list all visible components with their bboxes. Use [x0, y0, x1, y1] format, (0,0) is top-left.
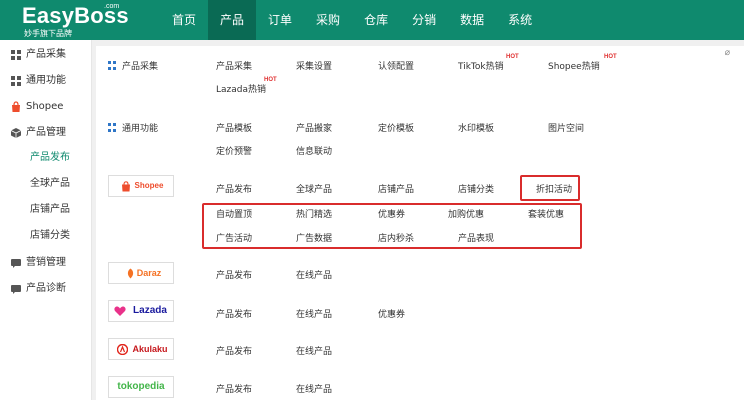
- link-shopee-hot[interactable]: Shopee热销: [548, 59, 600, 72]
- sidebar-item-label: 产品诊断: [26, 283, 66, 294]
- grid-icon: [11, 50, 21, 60]
- link-shopee-hot-picks[interactable]: 热门精选: [296, 207, 332, 220]
- nav-data[interactable]: 数据: [448, 0, 496, 40]
- hot-badge: HOT: [506, 54, 519, 60]
- nav-home[interactable]: 首页: [160, 0, 208, 40]
- link-lazada-publish[interactable]: 产品发布: [216, 307, 252, 320]
- link-info-link[interactable]: 信息联动: [296, 144, 332, 157]
- sidebar-item-collect[interactable]: 产品采集: [0, 42, 92, 68]
- brand-logo[interactable]: EasyBoss .com 妙手旗下品牌: [22, 3, 129, 38]
- daraz-logo-text: Daraz: [136, 268, 162, 278]
- link-daraz-publish[interactable]: 产品发布: [216, 268, 252, 281]
- link-product-template[interactable]: 产品模板: [216, 121, 252, 134]
- sidebar-item-diagnosis[interactable]: 产品诊断: [0, 276, 92, 302]
- sidebar-sub-global[interactable]: 全球产品: [30, 174, 70, 194]
- link-shopee-voucher[interactable]: 优惠券: [378, 207, 405, 220]
- link-product-move[interactable]: 产品搬家: [296, 121, 332, 134]
- nav-system[interactable]: 系统: [496, 0, 544, 40]
- link-shopee-global[interactable]: 全球产品: [296, 182, 332, 195]
- hot-badge: HOT: [604, 54, 617, 60]
- link-shopee-store-category[interactable]: 店铺分类: [458, 182, 494, 195]
- link-lazada-hot[interactable]: Lazada热销: [216, 82, 266, 95]
- link-lazada-online[interactable]: 在线产品: [296, 307, 332, 320]
- sidebar-sub-store[interactable]: 店铺产品: [30, 200, 70, 220]
- link-shopee-store-products[interactable]: 店铺产品: [378, 182, 414, 195]
- link-product-collect[interactable]: 产品采集: [216, 59, 252, 72]
- sidebar: 产品采集 通用功能 Shopee 产品管理 产品发布 全球产品 店铺产品 店铺分…: [0, 40, 92, 400]
- nav-purchase[interactable]: 采购: [304, 0, 352, 40]
- shopee-logo-text: Shopee: [134, 181, 164, 190]
- link-collect-settings[interactable]: 采集设置: [296, 59, 332, 72]
- sidebar-item-label: 营销管理: [26, 257, 66, 268]
- akulaku-logo: Akulaku: [108, 338, 174, 360]
- tokopedia-logo: tokopedia: [108, 376, 174, 398]
- link-akulaku-publish[interactable]: 产品发布: [216, 344, 252, 357]
- sidebar-item-label: 产品管理: [26, 127, 66, 138]
- chat-icon: [11, 259, 21, 268]
- sidebar-item-label: 产品采集: [26, 49, 66, 60]
- link-shopee-add-on[interactable]: 加购优惠: [448, 207, 484, 220]
- link-shopee-publish[interactable]: 产品发布: [216, 182, 252, 195]
- nav-distribution[interactable]: 分销: [400, 0, 448, 40]
- nav-orders[interactable]: 订单: [256, 0, 304, 40]
- link-tokopedia-publish[interactable]: 产品发布: [216, 382, 252, 395]
- nav-products[interactable]: 产品: [208, 0, 257, 40]
- link-akulaku-online[interactable]: 在线产品: [296, 344, 332, 357]
- sidebar-sub-publish[interactable]: 产品发布: [30, 148, 70, 168]
- link-tiktok-hot[interactable]: TikTok热销: [458, 59, 504, 72]
- link-shopee-bundle[interactable]: 套装优惠: [528, 207, 564, 220]
- tokopedia-logo-text: tokopedia: [117, 381, 165, 392]
- sidebar-item-label: 通用功能: [26, 75, 66, 86]
- sidebar-item-common[interactable]: 通用功能: [0, 68, 92, 94]
- category-label-common: 通用功能: [122, 124, 159, 134]
- lazada-logo-text: Lazada: [133, 305, 167, 316]
- link-shopee-ad-data[interactable]: 广告数据: [296, 231, 332, 244]
- product-menu-panel: ⌀ 产品采集 产品采集 采集设置 认领配置 TikTok热销 HOT Shope…: [96, 46, 744, 400]
- cube-icon: [10, 128, 22, 138]
- sidebar-item-shopee[interactable]: Shopee: [0, 94, 92, 120]
- link-shopee-discount[interactable]: 折扣活动: [536, 182, 572, 195]
- link-image-space[interactable]: 图片空间: [548, 121, 584, 134]
- link-pricing-alert[interactable]: 定价预警: [216, 144, 252, 157]
- link-watermark-template[interactable]: 水印模板: [458, 121, 494, 134]
- nav-warehouse[interactable]: 仓库: [352, 0, 400, 40]
- daraz-logo: Daraz: [108, 262, 174, 284]
- lazada-logo: Lazada: [108, 300, 174, 322]
- akulaku-logo-text: Akulaku: [132, 344, 168, 354]
- link-shopee-auto-top[interactable]: 自动置顶: [216, 207, 252, 220]
- top-bar: EasyBoss .com 妙手旗下品牌 首页 产品 订单 采购 仓库 分销 数…: [0, 0, 744, 40]
- link-shopee-ads[interactable]: 广告活动: [216, 231, 252, 244]
- shopee-logo: Shopee: [108, 175, 174, 197]
- eye-off-icon[interactable]: ⌀: [725, 48, 730, 58]
- chat-icon: [11, 285, 21, 294]
- brand-slogan: 妙手旗下品牌: [24, 29, 72, 38]
- sidebar-sub-category[interactable]: 店铺分类: [30, 226, 70, 246]
- grid-icon: [108, 61, 117, 70]
- sidebar-item-marketing[interactable]: 营销管理: [0, 250, 92, 276]
- main-nav: 首页 产品 订单 采购 仓库 分销 数据 系统: [160, 0, 544, 40]
- link-claim-config[interactable]: 认领配置: [378, 59, 414, 72]
- link-shopee-flash-sale[interactable]: 店内秒杀: [378, 231, 414, 244]
- sidebar-item-product-mgmt[interactable]: 产品管理: [0, 120, 92, 146]
- grid-icon: [11, 76, 21, 86]
- link-lazada-voucher[interactable]: 优惠券: [378, 307, 405, 320]
- grid-icon: [108, 123, 117, 132]
- sidebar-item-label: Shopee: [26, 101, 64, 112]
- link-daraz-online[interactable]: 在线产品: [296, 268, 332, 281]
- hot-badge: HOT: [264, 77, 277, 83]
- shopee-bag-icon: [12, 101, 20, 112]
- link-shopee-performance[interactable]: 产品表现: [458, 231, 494, 244]
- link-tokopedia-online[interactable]: 在线产品: [296, 382, 332, 395]
- link-pricing-template[interactable]: 定价模板: [378, 121, 414, 134]
- brand-com: .com: [104, 3, 120, 10]
- category-label-collect: 产品采集: [122, 62, 159, 72]
